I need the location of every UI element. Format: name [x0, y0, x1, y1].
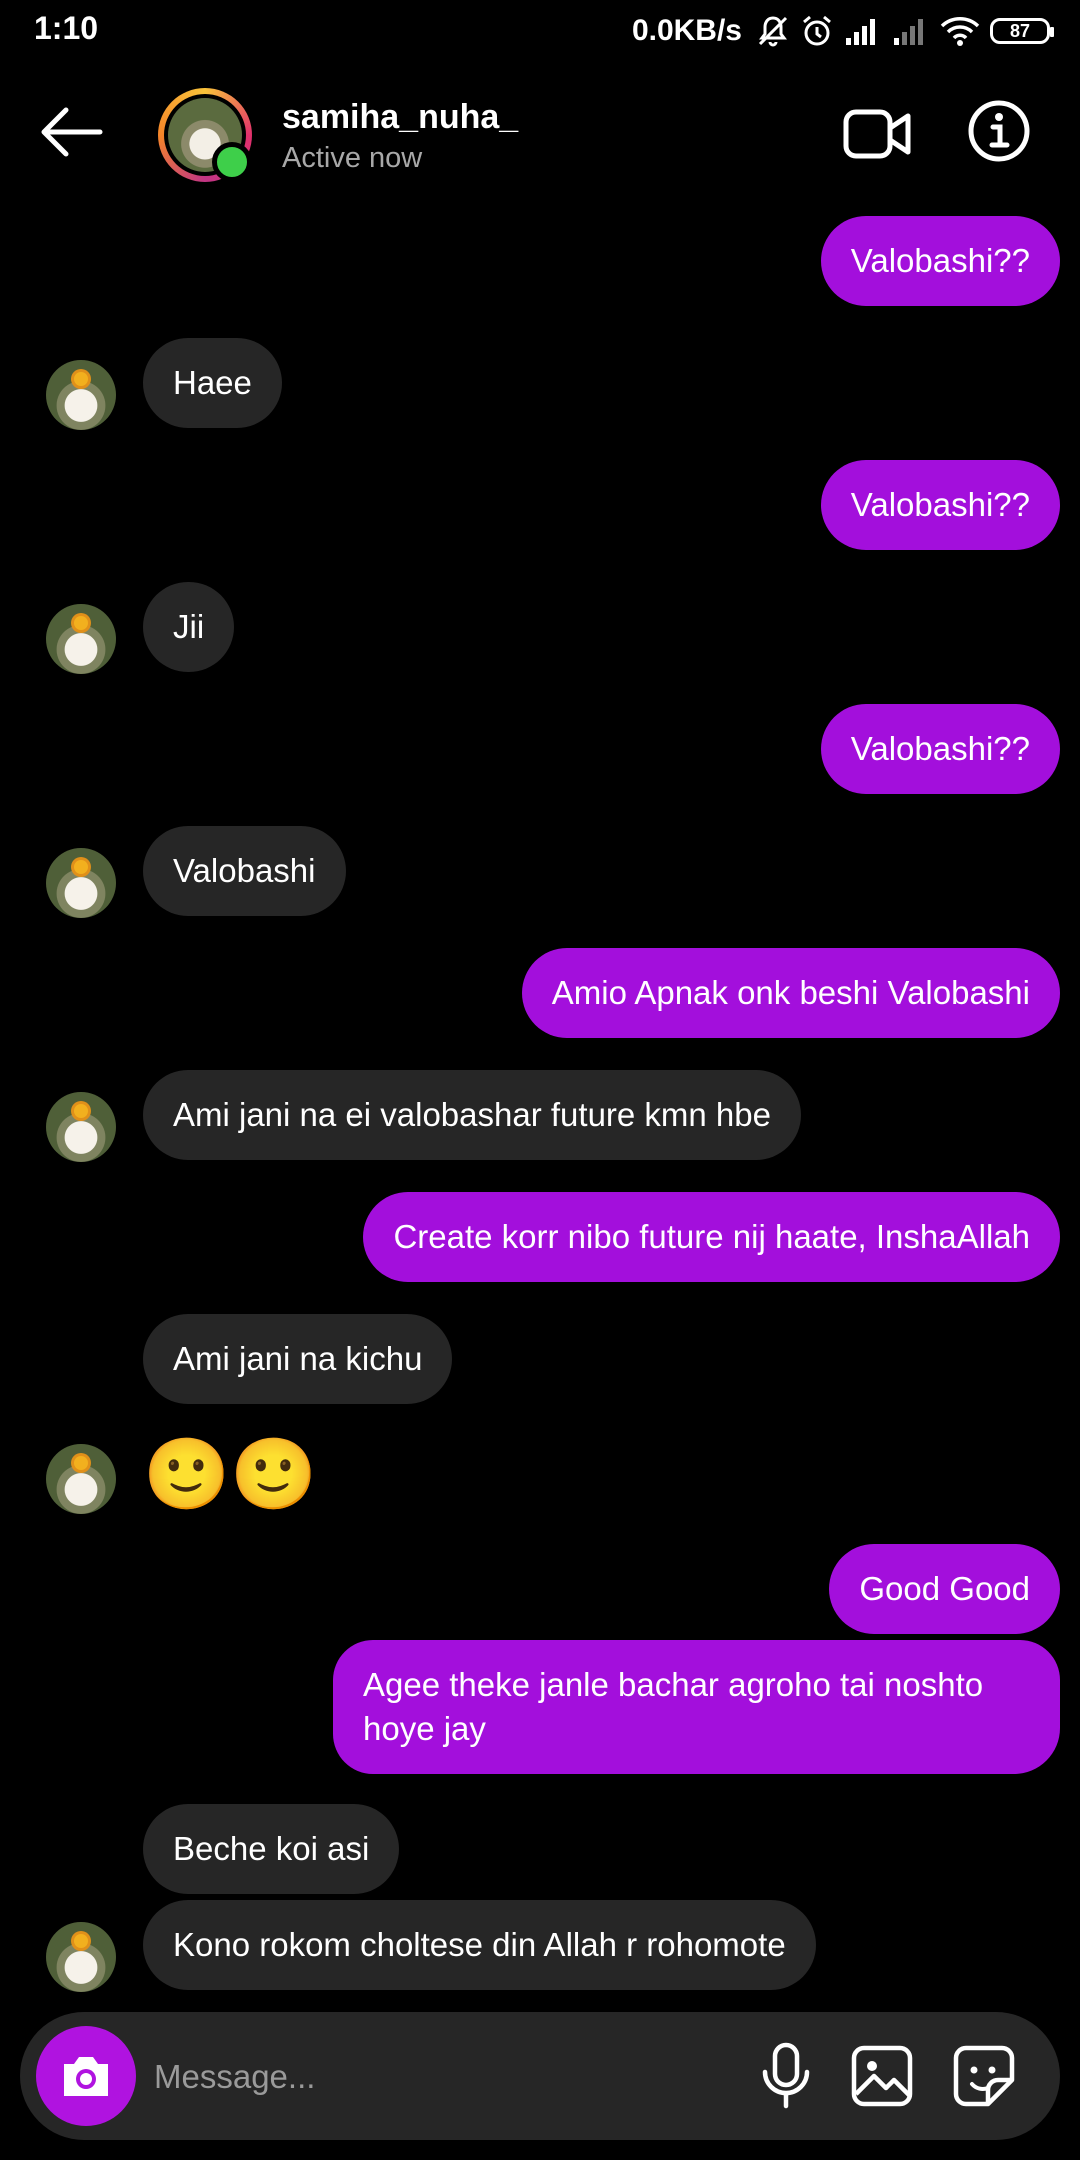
outgoing-message[interactable]: Agee theke janle bachar agroho tai nosht… — [333, 1640, 1060, 1774]
sender-avatar[interactable] — [46, 604, 116, 674]
incoming-message[interactable]: Jii — [143, 582, 235, 672]
outgoing-message[interactable]: Valobashi?? — [820, 704, 1060, 794]
sender-avatar[interactable] — [46, 360, 116, 430]
sender-avatar[interactable] — [46, 848, 116, 918]
outgoing-message[interactable]: Valobashi?? — [820, 216, 1060, 306]
status-icons: 0.0KB/s 87 — [631, 10, 1054, 52]
outgoing-message[interactable]: Amio Apnak onk beshi Valobashi — [521, 948, 1060, 1038]
battery-icon: 87 — [990, 18, 1054, 44]
signal-weak-icon — [894, 19, 923, 45]
message-input[interactable] — [152, 2044, 716, 2110]
message-composer — [20, 2012, 1060, 2140]
incoming-message[interactable]: Ami jani na kichu — [143, 1314, 453, 1404]
network-speed: 0.0KB/s — [631, 14, 742, 47]
outgoing-message[interactable]: Valobashi?? — [820, 460, 1060, 550]
status-time: 1:10 — [34, 10, 99, 46]
battery-level: 87 — [1009, 20, 1031, 41]
online-indicator — [212, 142, 252, 182]
alarm-icon — [803, 15, 831, 46]
gallery-icon[interactable] — [850, 2044, 914, 2108]
incoming-message[interactable]: Ami jani na ei valobashar future kmn hbe — [143, 1070, 801, 1160]
microphone-icon[interactable] — [756, 2042, 816, 2110]
info-icon[interactable] — [966, 98, 1032, 164]
sticker-icon[interactable] — [952, 2044, 1016, 2108]
message-thread[interactable]: Valobashi?? Haee Valobashi?? Jii Valobas… — [0, 212, 1080, 2002]
camera-button[interactable] — [36, 2026, 136, 2126]
emoji-message[interactable]: 🙂🙂 — [143, 1434, 317, 1514]
outgoing-message[interactable]: Create korr nibo future nij haate, Insha… — [363, 1192, 1060, 1282]
wifi-icon — [940, 17, 980, 46]
video-call-icon[interactable] — [842, 102, 914, 166]
incoming-message[interactable]: Haee — [143, 338, 282, 428]
status-bar: 1:10 0.0KB/s 87 — [0, 0, 1080, 62]
incoming-message[interactable]: Kono rokom choltese din Allah r rohomote — [143, 1900, 816, 1990]
incoming-message[interactable]: Beche koi asi — [143, 1804, 400, 1894]
sender-avatar[interactable] — [46, 1444, 116, 1514]
sender-avatar[interactable] — [46, 1092, 116, 1162]
mute-icon — [758, 16, 788, 47]
incoming-message[interactable]: Valobashi — [143, 826, 346, 916]
sender-avatar[interactable] — [46, 1922, 116, 1992]
chat-username[interactable]: samiha_nuha_ — [282, 98, 518, 137]
camera-icon — [64, 2057, 108, 2096]
profile-avatar[interactable] — [158, 88, 252, 182]
signal-icon — [846, 19, 875, 45]
outgoing-message[interactable]: Good Good — [829, 1544, 1060, 1634]
back-arrow-icon[interactable] — [36, 104, 106, 160]
active-status: Active now — [282, 142, 423, 174]
chat-header: samiha_nuha_ Active now — [0, 62, 1080, 212]
